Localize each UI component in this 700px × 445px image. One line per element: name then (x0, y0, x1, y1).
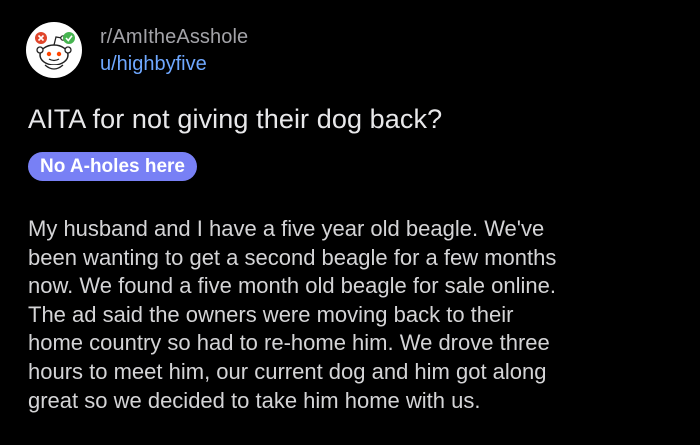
post-title[interactable]: AITA for not giving their dog back? (28, 102, 442, 136)
post-header: r/AmItheAsshole u/highbyfive (26, 22, 248, 78)
post-body: My husband and I have a five year old be… (28, 216, 557, 413)
post-flair-badge[interactable]: No A-holes here (28, 152, 197, 181)
subreddit-name[interactable]: r/AmItheAsshole (100, 24, 248, 50)
snoo-icon (35, 32, 75, 70)
post-meta: r/AmItheAsshole u/highbyfive (100, 24, 248, 77)
author-username[interactable]: u/highbyfive (100, 51, 248, 77)
subreddit-avatar[interactable] (26, 22, 82, 78)
